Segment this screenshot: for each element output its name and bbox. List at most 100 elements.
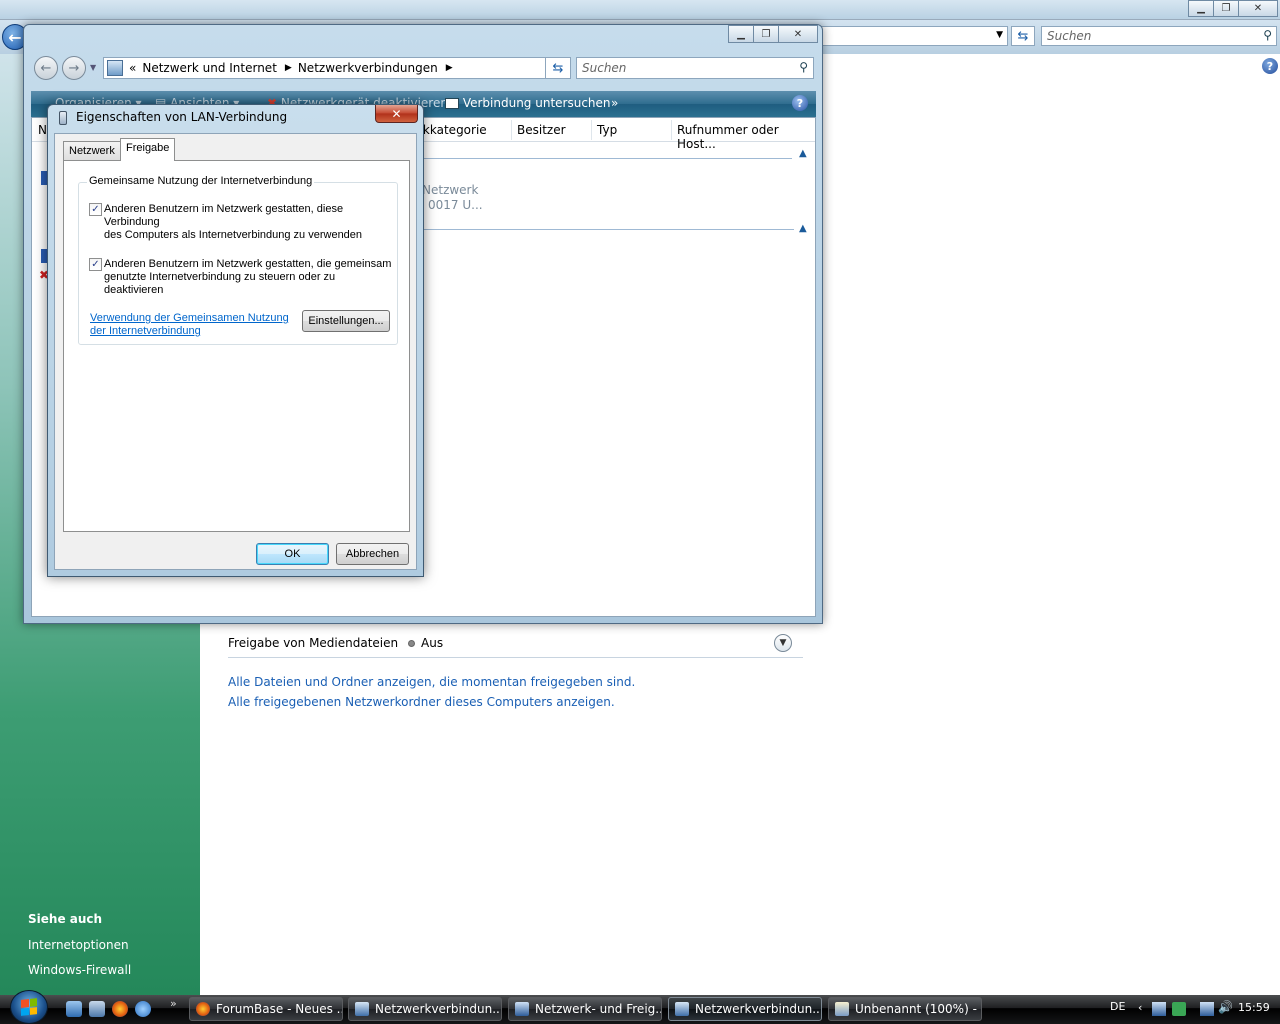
taskbar-item-label: ForumBase - Neues ...	[216, 1002, 343, 1016]
tab-freigabe[interactable]: Freigabe	[120, 138, 176, 161]
dialog-title: Eigenschaften von LAN-Verbindung	[76, 110, 288, 124]
allow-connection-checkbox[interactable]: ✓	[89, 203, 102, 216]
help-icon[interactable]: ?	[792, 95, 808, 111]
column-divider[interactable]	[671, 120, 672, 140]
media-sharing-label: Freigabe von Mediendateien	[228, 636, 399, 650]
close-button[interactable]: ✕	[1238, 0, 1278, 17]
connection-device-text: 0017 U...	[428, 198, 483, 212]
taskbar: » ForumBase - Neues ... Netzwerkverbindu…	[0, 990, 1280, 1024]
close-button[interactable]: ✕	[375, 105, 418, 123]
firefox-icon[interactable]	[112, 1001, 128, 1017]
taskbar-item-paint[interactable]: Unbenannt (100%) - ...	[828, 997, 982, 1021]
allow-connection-label-line: Anderen Benutzern im Netzwerk gestatten,…	[104, 203, 344, 228]
ok-button[interactable]: OK	[256, 543, 329, 565]
address-box[interactable]: ▼	[818, 26, 1008, 46]
search-input[interactable]: Suchen ⚲	[1041, 26, 1277, 46]
volume-icon[interactable]: 🔊	[1218, 1000, 1233, 1014]
maximize-button[interactable]: ❐	[753, 25, 779, 43]
ics-help-link-line: Verwendung der Gemeinsamen Nutzung	[90, 312, 289, 324]
minimize-button[interactable]: ▁	[1188, 0, 1214, 17]
search-icon[interactable]: ⚲	[1263, 28, 1272, 42]
sidebar-item-internetoptionen[interactable]: Internetoptionen	[28, 938, 129, 952]
sharing-panel: Gemeinsame Nutzung der Internetverbindun…	[63, 160, 410, 532]
column-owner[interactable]: Besitzer	[517, 123, 566, 137]
switch-windows-icon[interactable]	[89, 1001, 105, 1017]
allow-control-label[interactable]: Anderen Benutzern im Netzwerk gestatten,…	[104, 258, 396, 297]
media-sharing-value: Aus	[421, 636, 444, 650]
collapse-chevron-icon[interactable]: ▲	[799, 223, 807, 234]
start-button[interactable]	[10, 990, 48, 1024]
diagnose-button[interactable]: Verbindung untersuchen	[445, 96, 611, 110]
refresh-icon[interactable]: ⇆	[545, 57, 571, 79]
recent-pages-icon[interactable]: ▼	[90, 63, 96, 72]
breadcrumb-prefix[interactable]: «	[129, 61, 136, 75]
allow-connection-label-line: des Computers als Internetverbindung zu …	[104, 229, 363, 241]
refresh-icon[interactable]: ⇆	[1011, 26, 1035, 46]
internet-explorer-icon[interactable]	[135, 1001, 151, 1017]
network-connections-icon	[355, 1002, 369, 1016]
show-hidden-icons-icon[interactable]: ‹	[1138, 1001, 1142, 1014]
taskbar-item-network-connections-active[interactable]: Netzwerkverbindun...	[668, 997, 822, 1021]
sidebar-heading: Siehe auch	[28, 912, 103, 926]
allow-control-checkbox[interactable]: ✓	[89, 258, 102, 271]
close-button[interactable]: ✕	[778, 25, 818, 43]
show-desktop-icon[interactable]	[66, 1001, 82, 1017]
group-divider	[422, 158, 792, 159]
network-tray-icon[interactable]	[1152, 1002, 1166, 1016]
taskbar-item-forumbase[interactable]: ForumBase - Neues ...	[189, 997, 343, 1021]
breadcrumb-item[interactable]: Netzwerkverbindungen	[298, 61, 438, 75]
search-placeholder: Suchen	[1047, 29, 1092, 43]
cancel-button[interactable]: Abbrechen	[336, 543, 409, 565]
breadcrumb-item[interactable]: Netzwerk und Internet	[142, 61, 277, 75]
tab-netzwerk[interactable]: Netzwerk	[63, 141, 121, 162]
ics-help-link-line: der Internetverbindung	[90, 325, 201, 337]
network-connections-icon	[675, 1002, 689, 1016]
sidebar-item-windows-firewall[interactable]: Windows-Firewall	[28, 963, 131, 977]
column-name[interactable]: N	[38, 123, 47, 137]
show-shared-folders-link[interactable]: Alle freigegebenen Netzwerkordner dieses…	[228, 695, 615, 709]
back-icon[interactable]: ←	[34, 56, 58, 80]
dialog-body: Netzwerk Freigabe Gemeinsame Nutzung der…	[54, 133, 417, 570]
ics-groupbox: Gemeinsame Nutzung der Internetverbindun…	[78, 175, 398, 345]
group-divider	[424, 229, 794, 230]
taskbar-item-network-connections[interactable]: Netzwerkverbindun...	[348, 997, 502, 1021]
ics-group-label: Gemeinsame Nutzung der Internetverbindun…	[87, 175, 315, 187]
search-icon[interactable]: ⚲	[799, 60, 808, 74]
windows-logo-icon	[21, 998, 37, 1016]
search-input[interactable]: Suchen ⚲	[576, 57, 814, 79]
diagnose-icon	[445, 97, 459, 109]
breadcrumb-separator-icon[interactable]: ▶	[446, 63, 453, 73]
help-icon[interactable]: ?	[1262, 58, 1278, 74]
security-tray-icon[interactable]	[1172, 1002, 1186, 1016]
minimize-button[interactable]: ▁	[728, 25, 754, 43]
connection-tray-icon[interactable]	[1200, 1002, 1214, 1016]
column-divider[interactable]	[511, 120, 512, 140]
column-category[interactable]: rkkategorie	[418, 123, 487, 137]
connection-status-text: Netzwerk	[422, 183, 479, 197]
allow-connection-label[interactable]: Anderen Benutzern im Netzwerk gestatten,…	[104, 203, 396, 242]
expand-chevron-icon[interactable]: ▼	[774, 634, 792, 652]
allow-control-label-line: genutzte Internetverbindung zu steuern o…	[104, 271, 336, 296]
taskbar-item-label: Netzwerkverbindun...	[375, 1002, 502, 1016]
column-type[interactable]: Typ	[597, 123, 617, 137]
address-bar[interactable]: « Netzwerk und Internet ▶ Netzwerkverbin…	[103, 57, 569, 79]
language-indicator[interactable]: DE	[1110, 1000, 1125, 1013]
show-shared-files-link[interactable]: Alle Dateien und Ordner anzeigen, die mo…	[228, 675, 635, 689]
network-center-icon	[515, 1002, 529, 1016]
column-phone-host[interactable]: Rufnummer oder Host...	[677, 123, 815, 151]
column-divider[interactable]	[591, 120, 592, 140]
maximize-button[interactable]: ❐	[1213, 0, 1239, 17]
ics-help-link[interactable]: Verwendung der Gemeinsamen Nutzung der I…	[90, 312, 290, 338]
taskbar-item-network-center[interactable]: Netzwerk- und Freig...	[508, 997, 662, 1021]
chevron-down-icon[interactable]: ▼	[996, 30, 1003, 40]
breadcrumb-separator-icon[interactable]: ▶	[285, 63, 292, 73]
more-commands-button[interactable]: »	[611, 96, 618, 110]
system-tray: DE ‹ 🔊 15:59	[1100, 995, 1280, 1024]
collapse-chevron-icon[interactable]: ▲	[799, 148, 807, 159]
network-adapter-icon	[59, 111, 67, 125]
settings-button[interactable]: Einstellungen...	[302, 310, 390, 332]
clock[interactable]: 15:59	[1238, 1001, 1270, 1014]
quicklaunch-more-icon[interactable]: »	[170, 997, 177, 1010]
allow-control-label-line: Anderen Benutzern im Netzwerk gestatten,…	[104, 258, 392, 270]
forward-icon[interactable]: →	[62, 56, 86, 80]
